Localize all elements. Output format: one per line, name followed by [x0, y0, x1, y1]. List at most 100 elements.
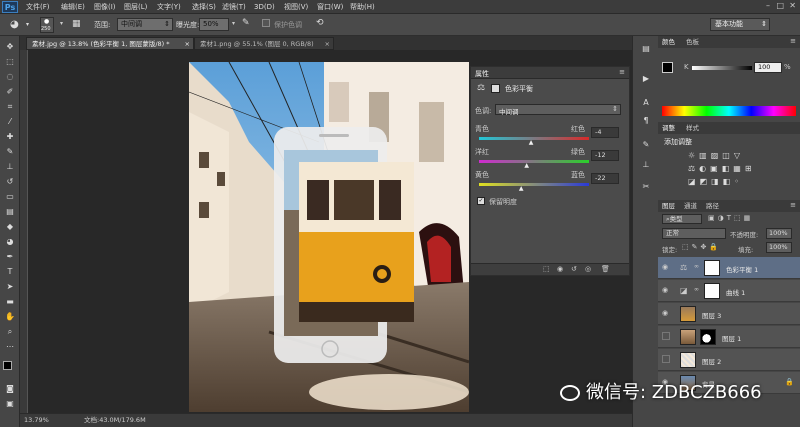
- pen-tool-icon[interactable]: ✒: [5, 252, 15, 262]
- tab-adjustments[interactable]: 调整: [662, 123, 675, 133]
- color-spectrum-bar[interactable]: [662, 106, 796, 116]
- tone-select[interactable]: 中间调 ⇕: [495, 104, 621, 116]
- hand-tool-icon[interactable]: ✋: [5, 312, 15, 322]
- zoom-level[interactable]: 13.79%: [24, 414, 49, 427]
- slider-thumb[interactable]: ▲: [524, 162, 529, 169]
- slider-thumb[interactable]: ▲: [519, 185, 524, 192]
- menu-view[interactable]: 视图(V): [284, 2, 308, 12]
- panel-menu-icon[interactable]: ≡: [790, 37, 796, 45]
- k-slider[interactable]: [692, 66, 752, 70]
- clone-stamp-tool-icon[interactable]: ⊥: [5, 162, 15, 172]
- chevron-down-icon[interactable]: ▾: [232, 20, 235, 27]
- eye-icon[interactable]: ◉: [662, 286, 668, 294]
- close-icon[interactable]: ✕: [789, 1, 796, 10]
- eye-icon[interactable]: ◉: [662, 309, 668, 317]
- menu-image[interactable]: 图像(I): [94, 2, 116, 12]
- menu-filter[interactable]: 滤镜(T): [222, 2, 246, 12]
- zoom-tool-icon[interactable]: ⌕: [5, 327, 15, 337]
- opacity-input[interactable]: 100%: [766, 228, 792, 239]
- slider-thumb[interactable]: ▲: [529, 139, 534, 146]
- tool-presets-icon[interactable]: ✂: [641, 182, 651, 192]
- visibility-icon[interactable]: ◎: [585, 265, 591, 273]
- sponge-tool-icon[interactable]: ◕: [5, 237, 15, 247]
- crop-tool-icon[interactable]: ⌗: [5, 102, 15, 112]
- menu-edit[interactable]: 编辑(E): [61, 2, 85, 12]
- layer-mask-thumb[interactable]: [704, 283, 720, 299]
- tab-paths[interactable]: 路径: [706, 201, 719, 211]
- brush-presets-icon[interactable]: ✎: [641, 140, 651, 150]
- close-icon[interactable]: ×: [325, 38, 330, 49]
- k-value-input[interactable]: 100: [754, 62, 782, 73]
- path-select-tool-icon[interactable]: ➤: [5, 282, 15, 292]
- yellow-blue-slider[interactable]: [479, 183, 589, 186]
- document-canvas-image[interactable]: [189, 62, 469, 412]
- layer-row-color-balance[interactable]: ◉ ⚖ ∞ 色彩平衡 1: [658, 257, 800, 279]
- protect-tones-checkbox[interactable]: [262, 19, 270, 27]
- actions-panel-icon[interactable]: ▶: [641, 74, 651, 84]
- healing-tool-icon[interactable]: ✚: [5, 132, 15, 142]
- chevron-down-icon[interactable]: ▾: [60, 20, 63, 27]
- adjustment-icons-grid[interactable]: ☼▥▨◫▽ ⚖◐▣◧▦⊞ ◪◩◨◧◦: [688, 149, 788, 188]
- view-previous-icon[interactable]: ◉: [557, 265, 563, 273]
- sponge-tool-icon[interactable]: ◕: [10, 19, 19, 30]
- marquee-tool-icon[interactable]: ⬚: [5, 57, 15, 67]
- tab-styles[interactable]: 样式: [686, 123, 699, 133]
- blend-mode-select[interactable]: 正常: [662, 228, 726, 239]
- mask-thumb-icon[interactable]: [491, 84, 500, 93]
- cyan-red-value[interactable]: -4: [591, 127, 619, 138]
- clone-source-icon[interactable]: ⊥: [641, 160, 651, 170]
- layer-row-1[interactable]: 图层 1: [658, 326, 800, 348]
- brush-tool-icon[interactable]: ✎: [5, 147, 15, 157]
- tab-swatches[interactable]: 色板: [686, 37, 699, 47]
- cyan-red-slider[interactable]: [479, 137, 589, 140]
- visibility-toggle[interactable]: [662, 355, 670, 363]
- magenta-green-slider[interactable]: [479, 160, 589, 163]
- magenta-green-value[interactable]: -12: [591, 150, 619, 161]
- fill-input[interactable]: 100%: [766, 242, 792, 253]
- more-tools-icon[interactable]: ⋯: [5, 342, 15, 352]
- panel-menu-icon[interactable]: ≡: [619, 68, 625, 76]
- pressure-icon[interactable]: ⟲: [316, 18, 324, 28]
- menu-3d[interactable]: 3D(D): [254, 2, 275, 12]
- paragraph-panel-icon[interactable]: ¶: [641, 116, 651, 126]
- airbrush-icon[interactable]: ✎: [242, 18, 250, 28]
- brush-preset-picker[interactable]: ● 250: [40, 17, 54, 33]
- lasso-tool-icon[interactable]: ◌: [5, 72, 15, 82]
- history-panel-icon[interactable]: ▤: [641, 44, 651, 54]
- maximize-icon[interactable]: □: [776, 1, 784, 10]
- layer-row-curves[interactable]: ◉ ◪ ∞ 曲线 1: [658, 280, 800, 302]
- move-tool-icon[interactable]: ✥: [5, 42, 15, 52]
- menu-select[interactable]: 选择(S): [192, 2, 216, 12]
- close-icon[interactable]: ×: [185, 38, 190, 49]
- reset-icon[interactable]: ↺: [571, 265, 577, 273]
- tab-channels[interactable]: 通道: [684, 201, 697, 211]
- menu-layer[interactable]: 图层(L): [124, 2, 147, 12]
- menu-file[interactable]: 文件(F): [26, 2, 50, 12]
- eye-icon[interactable]: ◉: [662, 263, 668, 271]
- menu-window[interactable]: 窗口(W): [317, 2, 343, 12]
- type-tool-icon[interactable]: T: [5, 267, 15, 277]
- panel-menu-icon[interactable]: ≡: [790, 201, 796, 209]
- layer-row-2[interactable]: 图层 2: [658, 349, 800, 371]
- eraser-tool-icon[interactable]: ▭: [5, 192, 15, 202]
- history-brush-tool-icon[interactable]: ↺: [5, 177, 15, 187]
- yellow-blue-value[interactable]: -22: [591, 173, 619, 184]
- menu-help[interactable]: 帮助(H): [350, 2, 375, 12]
- range-select[interactable]: 中间调 ⇕: [117, 18, 173, 31]
- trash-icon[interactable]: 🗑: [601, 265, 610, 273]
- tab-color[interactable]: 颜色: [662, 37, 675, 47]
- clip-icon[interactable]: ⬚: [543, 265, 550, 273]
- workspace-select[interactable]: 基本功能 ⇕: [710, 18, 770, 31]
- doc-size[interactable]: 文档:43.0M/179.6M: [84, 414, 146, 427]
- layer-mask-thumb[interactable]: [704, 260, 720, 276]
- preserve-luminosity-checkbox[interactable]: ✓: [477, 197, 485, 205]
- quick-select-tool-icon[interactable]: ✐: [5, 87, 15, 97]
- visibility-toggle[interactable]: [662, 332, 670, 340]
- layer-mask-thumb[interactable]: [700, 329, 716, 345]
- quick-mask-icon[interactable]: ◙: [5, 384, 15, 394]
- shape-tool-icon[interactable]: ▬: [5, 297, 15, 307]
- menu-type[interactable]: 文字(Y): [157, 2, 181, 12]
- exposure-input[interactable]: 50%: [199, 18, 229, 31]
- screen-mode-icon[interactable]: ▣: [5, 399, 15, 409]
- foreground-color-swatch[interactable]: [662, 62, 673, 73]
